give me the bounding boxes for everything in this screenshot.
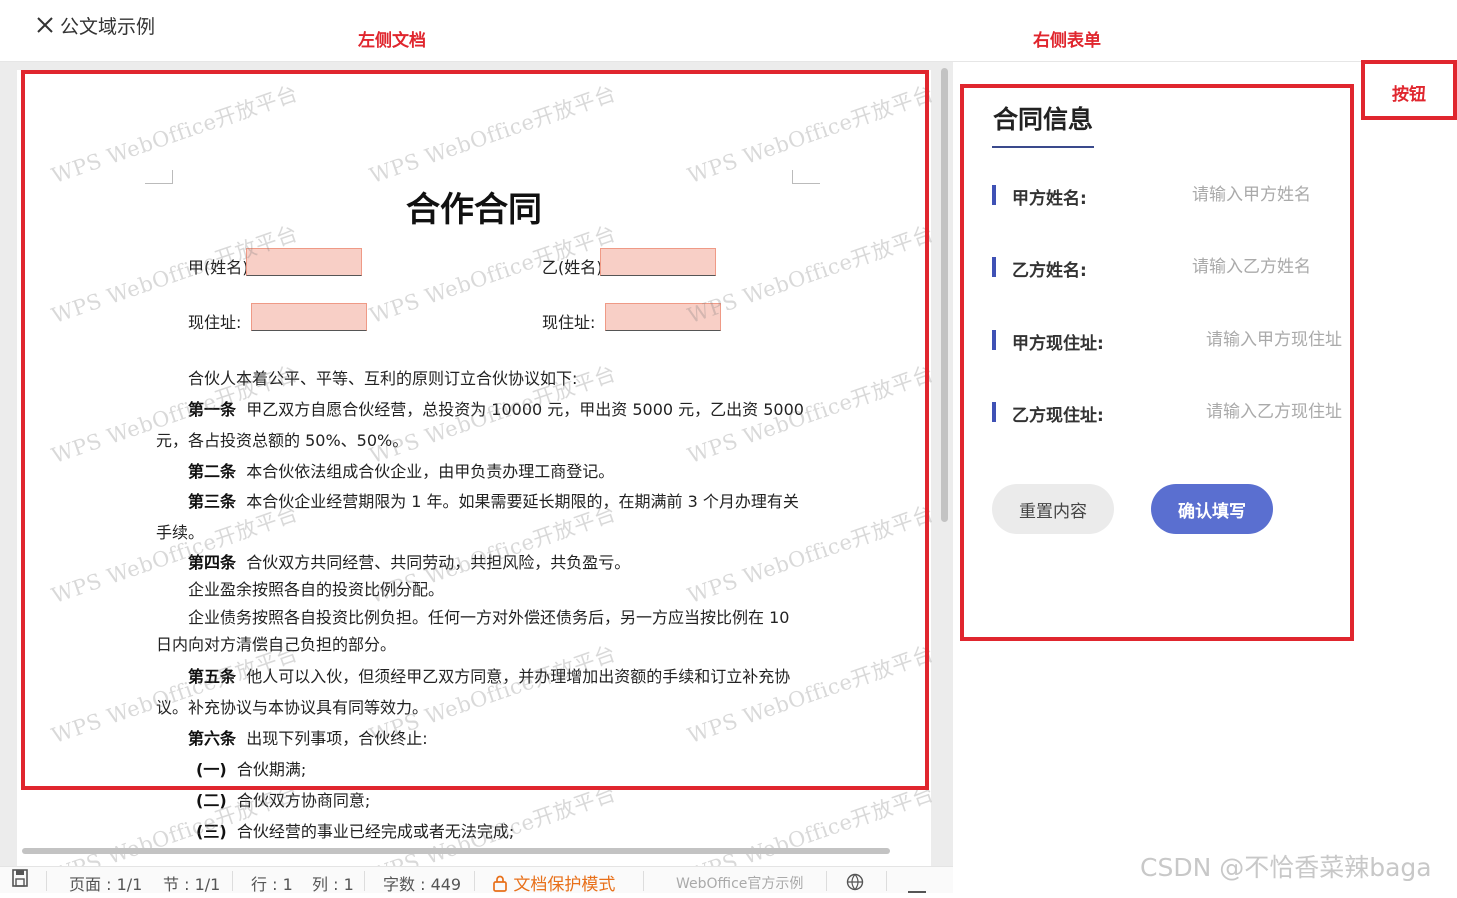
- annotation-right-form: 右侧表单: [1033, 31, 1101, 51]
- party-b-name-input[interactable]: [1192, 252, 1352, 282]
- status-word-count: 字数 : 449: [383, 875, 462, 894]
- termination-item-1-text: 合伙期满;: [236, 760, 307, 779]
- close-button[interactable]: 公文域示例: [36, 12, 155, 38]
- vertical-scrollbar[interactable]: [941, 68, 948, 522]
- form-title-underline: [992, 146, 1094, 148]
- article-2-text: 本合伙依法组成合伙企业，由甲负责办理工商登记。: [246, 462, 615, 481]
- party-a-address-form-label: 甲方现住址:: [1012, 334, 1104, 354]
- form-row-party-a-name: 甲方姓名:: [992, 180, 1352, 210]
- horizontal-scrollbar[interactable]: [22, 848, 890, 854]
- form-title: 合同信息: [993, 105, 1094, 134]
- label-accent-bar: [992, 402, 996, 422]
- termination-item-1-heading: (一): [196, 760, 227, 779]
- status-bar: 页面 : 1/1 节 : 1/1 行 : 1 列 : 1 字数 : 449 文档…: [0, 866, 953, 895]
- party-b-address-form-label: 乙方现住址:: [1012, 406, 1104, 426]
- document-page[interactable]: 合作合同 甲(姓名) 乙(姓名) 现住址: 现住址: 合伙人本着公平、平等、互利…: [17, 70, 937, 866]
- reset-button[interactable]: 重置内容: [992, 484, 1114, 534]
- termination-item-1: (一) 合伙期满;: [196, 756, 306, 780]
- form-row-party-a-address: 甲方现住址:: [992, 325, 1356, 355]
- globe-icon[interactable]: [846, 873, 864, 895]
- party-b-name-field[interactable]: [600, 248, 716, 276]
- form-row-party-b-name: 乙方姓名:: [992, 252, 1352, 282]
- article-2: 第二条 本合伙依法组成合伙企业，由甲负责办理工商登记。: [188, 458, 614, 482]
- status-column: 列 : 1: [312, 875, 354, 894]
- article-3-heading: 第三条: [188, 492, 237, 511]
- zoom-out-icon[interactable]: [908, 879, 926, 898]
- label-accent-bar: [992, 185, 996, 205]
- lock-icon: [493, 875, 507, 892]
- article-3-text: 本合伙企业经营期限为 1 年。如果需要延长期限的，在期满前 3 个月办理有关: [246, 492, 799, 511]
- confirm-button[interactable]: 确认填写: [1151, 484, 1273, 534]
- save-icon[interactable]: [12, 869, 28, 891]
- status-page: 页面 : 1/1: [69, 875, 143, 894]
- close-icon: [37, 17, 53, 33]
- window-title: 公文域示例: [60, 15, 156, 38]
- protect-mode-label: 文档保护模式: [513, 875, 616, 895]
- watermark: WPS WebOffice开放平台: [48, 81, 301, 189]
- status-section: 节 : 1/1: [163, 875, 221, 894]
- status-divider: [474, 871, 475, 891]
- brand-label: WebOffice官方示例: [676, 876, 804, 892]
- status-divider: [232, 871, 233, 891]
- form-row-party-b-address: 乙方现住址:: [992, 397, 1356, 427]
- party-b-address-label: 现住址:: [542, 313, 596, 332]
- party-a-address-label: 现住址:: [188, 313, 242, 332]
- watermark: WPS WebOffice开放平台: [684, 641, 937, 749]
- watermark: WPS WebOffice开放平台: [684, 501, 937, 609]
- party-a-address-field[interactable]: [251, 303, 367, 331]
- status-divider: [46, 871, 47, 891]
- annotation-left-doc: 左侧文档: [358, 31, 426, 51]
- status-divider: [886, 871, 887, 891]
- party-a-name-input[interactable]: [1192, 180, 1352, 210]
- document-viewer[interactable]: 合作合同 甲(姓名) 乙(姓名) 现住址: 现住址: 合伙人本着公平、平等、互利…: [0, 62, 953, 866]
- watermark: WPS WebOffice开放平台: [684, 221, 937, 329]
- status-divider: [826, 871, 827, 891]
- party-b-name-form-label: 乙方姓名:: [1012, 261, 1087, 281]
- article-2-heading: 第二条: [188, 462, 237, 481]
- party-a-address-input[interactable]: [1206, 325, 1356, 355]
- status-divider: [643, 871, 644, 891]
- watermark: WPS WebOffice开放平台: [366, 81, 619, 189]
- article-6-heading: 第六条: [188, 729, 237, 748]
- csdn-watermark: CSDN @不恰香菜辣baga: [1140, 853, 1432, 882]
- status-divider: [364, 871, 365, 891]
- party-b-address-input[interactable]: [1206, 397, 1356, 427]
- annotation-buttons: 按钮: [1392, 85, 1426, 105]
- label-accent-bar: [992, 257, 996, 277]
- party-a-name-form-label: 甲方姓名:: [1012, 189, 1087, 209]
- status-row: 行 : 1: [251, 875, 293, 894]
- label-accent-bar: [992, 330, 996, 350]
- top-bar: 公文域示例: [0, 0, 1457, 62]
- protect-mode-indicator[interactable]: 文档保护模式: [492, 870, 615, 895]
- document-title: 合作合同: [406, 190, 542, 230]
